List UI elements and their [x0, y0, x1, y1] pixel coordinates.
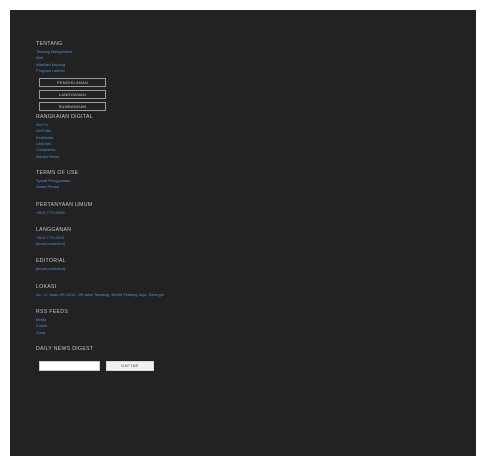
section-terms-of-use: TERMS OF USE Syarat Penggunaan Dasar Pri…	[36, 170, 456, 191]
newsletter-email-input[interactable]	[39, 360, 100, 371]
link-email-subscription[interactable]: [email protected]	[36, 241, 456, 247]
rss-links: Berita Kolum Surat	[36, 317, 456, 336]
heading-tentang: TENTANG	[36, 41, 63, 47]
link-markini-news[interactable]: Markini News	[36, 154, 456, 160]
langganan-button[interactable]: LANGGANAN	[39, 90, 106, 100]
heading-terms-of-use: TERMS OF USE	[36, 169, 79, 176]
terms-links: Syarat Penggunaan Dasar Privasi	[36, 178, 456, 191]
footer-content: TENTANG Tentang Malaysiakini Staf Iklank…	[36, 41, 456, 371]
heading-editorial: EDITORIAL	[36, 258, 66, 265]
sumbangan-button[interactable]: SUMBANGAN	[39, 102, 106, 112]
editorial-links: [email protected]	[36, 266, 456, 272]
heading-pertanyaan-umum: PERTANYAAN UMUM	[36, 201, 93, 208]
heading-langganan: LANGGANAN	[36, 226, 72, 233]
newsletter-form: DAFTAR	[36, 360, 456, 371]
langganan-links: +603-7770-0021 [email protected]	[36, 235, 456, 248]
lokasi-links: No. 11, Jalan SS 20/11, Off Jalan Tandan…	[36, 292, 456, 298]
section-lokasi: LOKASI No. 11, Jalan SS 20/11, Off Jalan…	[36, 284, 456, 298]
section-rangkaian-digital: RANGKAIAN DIGITAL Kini TV KiniTube KiniM…	[36, 114, 456, 160]
section-langganan: LANGGANAN +603-7770-0021 [email protecte…	[36, 227, 456, 248]
tentang-links: Tentang Malaysiakini Staf Iklankan Kepon…	[36, 49, 456, 74]
link-email-editorial[interactable]: [email protected]	[36, 266, 456, 272]
heading-rss-feeds: RSS FEEDS	[36, 309, 69, 316]
heading-rangkaian-digital: RANGKAIAN DIGITAL	[36, 114, 93, 121]
section-tentang: TENTANG Tentang Malaysiakini Staf Iklank…	[36, 41, 456, 112]
link-phone-general[interactable]: +603-7770-0000	[36, 210, 456, 216]
link-dasar-privasi[interactable]: Dasar Privasi	[36, 184, 456, 190]
heading-daily-news-digest: DAILY NEWS DIGEST	[36, 345, 94, 352]
section-pertanyaan-umum: PERTANYAAN UMUM +603-7770-0000	[36, 202, 456, 216]
link-address[interactable]: No. 11, Jalan SS 20/11, Off Jalan Tandan…	[36, 292, 456, 298]
pengiklanan-button[interactable]: PENGIKLANAN	[39, 78, 106, 88]
heading-lokasi: LOKASI	[36, 283, 57, 290]
footer-panel: TENTANG Tentang Malaysiakini Staf Iklank…	[10, 10, 476, 456]
pertanyaan-links: +603-7770-0000	[36, 210, 456, 216]
link-rss-surat[interactable]: Surat	[36, 330, 456, 336]
section-editorial: EDITORIAL [email protected]	[36, 258, 456, 272]
rangkaian-links: Kini TV KiniTube KiniMedia Undi.info Com…	[36, 122, 456, 160]
daftar-button[interactable]: DAFTAR	[106, 360, 154, 371]
link-program-latihan[interactable]: Program Latihan	[36, 68, 456, 74]
section-rss-feeds: RSS FEEDS Berita Kolum Surat	[36, 309, 456, 336]
section-daily-news-digest: DAILY NEWS DIGEST DAFTAR	[36, 346, 456, 371]
tentang-buttons: PENGIKLANAN LANGGANAN SUMBANGAN	[36, 78, 456, 112]
